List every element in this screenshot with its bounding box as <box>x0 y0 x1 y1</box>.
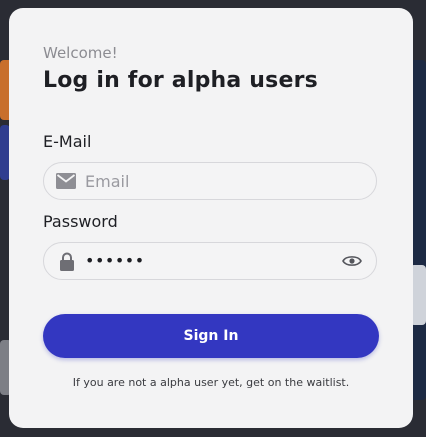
password-value: •••••• <box>85 251 145 270</box>
login-title: Log in for alpha users <box>43 68 318 93</box>
lock-icon <box>60 252 74 271</box>
login-modal: Welcome! Log in for alpha users E-Mail E… <box>9 8 413 428</box>
password-field[interactable]: •••••• <box>43 242 377 280</box>
sign-in-button[interactable]: Sign In <box>43 314 379 358</box>
email-placeholder: Email <box>85 172 130 191</box>
mail-icon <box>56 173 76 189</box>
password-label: Password <box>43 212 118 231</box>
welcome-text: Welcome! <box>43 44 118 62</box>
waitlist-note[interactable]: If you are not a alpha user yet, get on … <box>9 376 413 389</box>
email-field[interactable]: Email <box>43 162 377 200</box>
eye-icon[interactable] <box>342 254 362 268</box>
email-label: E-Mail <box>43 132 92 151</box>
